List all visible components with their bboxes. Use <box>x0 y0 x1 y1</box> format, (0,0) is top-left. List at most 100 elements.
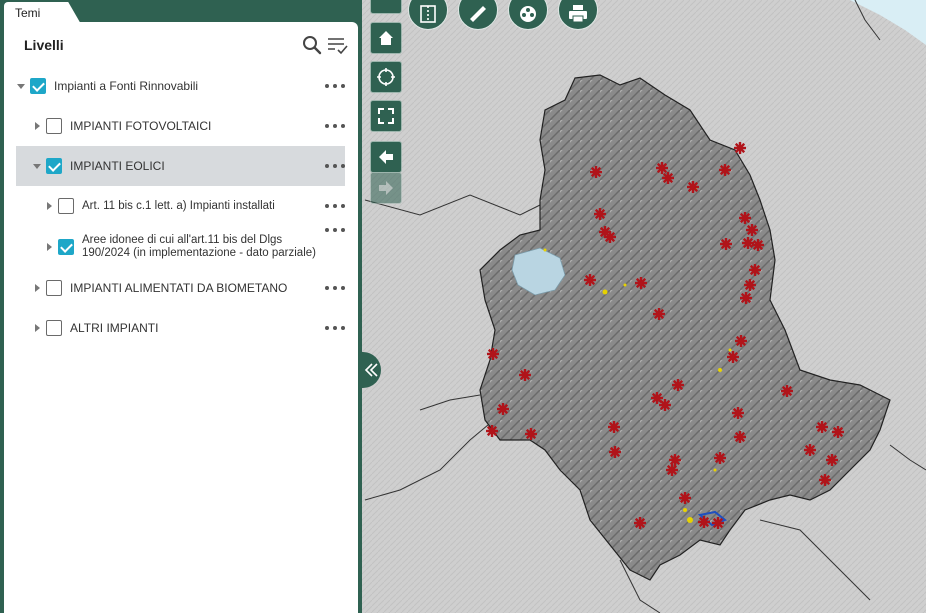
wind-turbine-marker[interactable] <box>816 421 828 433</box>
layer-checkbox[interactable] <box>30 78 46 94</box>
wind-turbine-marker[interactable] <box>497 403 509 415</box>
wind-turbine-marker[interactable] <box>672 379 684 391</box>
wind-turbine-marker[interactable] <box>719 164 731 176</box>
wind-turbine-marker[interactable] <box>714 452 726 464</box>
wind-turbine-marker[interactable] <box>832 426 844 438</box>
more-options-icon[interactable] <box>325 223 345 237</box>
ruler-icon <box>470 6 486 22</box>
locate-button[interactable] <box>370 61 402 93</box>
more-options-icon[interactable] <box>325 119 345 133</box>
layer-label: IMPIANTI EOLICI <box>70 159 165 173</box>
fullscreen-icon <box>378 108 394 124</box>
wind-turbine-marker[interactable] <box>525 428 537 440</box>
forward-arrow-icon <box>379 181 393 195</box>
printer-icon <box>569 5 587 23</box>
layer-checkbox[interactable] <box>46 280 62 296</box>
wind-turbine-marker[interactable] <box>487 348 499 360</box>
layer-item-aree-idonee[interactable]: Aree idonee di cui all'art.11 bis del Dl… <box>16 225 345 269</box>
layer-label: ALTRI IMPIANTI <box>70 321 159 335</box>
more-options-icon[interactable] <box>325 199 345 213</box>
expand-caret-icon[interactable] <box>32 283 42 293</box>
layer-checkbox[interactable] <box>46 158 62 174</box>
layer-item-fonti-rinnovabili[interactable]: Impianti a Fonti Rinnovabili <box>16 76 345 96</box>
tab-temi[interactable]: Temi <box>4 2 68 24</box>
wind-turbine-marker[interactable] <box>752 239 764 251</box>
layer-item-biometano[interactable]: IMPIANTI ALIMENTATI DA BIOMETANO <box>16 278 345 298</box>
more-options-icon[interactable] <box>325 159 345 173</box>
layer-item-altri-impianti[interactable]: ALTRI IMPIANTI <box>16 318 345 338</box>
wind-turbine-marker[interactable] <box>486 425 498 437</box>
wind-turbine-marker[interactable] <box>727 351 739 363</box>
wind-turbine-marker[interactable] <box>804 444 816 456</box>
split-view-icon <box>420 5 436 23</box>
wind-turbine-marker[interactable] <box>698 516 710 528</box>
wind-turbine-marker[interactable] <box>735 335 747 347</box>
home-icon <box>379 31 393 45</box>
locate-icon <box>377 68 395 86</box>
panel-title: Livelli <box>24 37 64 53</box>
more-options-icon[interactable] <box>325 79 345 93</box>
layer-checkbox[interactable] <box>46 320 62 336</box>
wind-turbine-marker[interactable] <box>604 231 616 243</box>
wind-turbine-marker[interactable] <box>819 474 831 486</box>
wind-turbine-marker[interactable] <box>590 166 602 178</box>
wind-turbine-marker[interactable] <box>687 181 699 193</box>
wind-turbine-marker[interactable] <box>749 264 761 276</box>
wind-turbine-marker[interactable] <box>712 517 724 529</box>
layer-item-impianti-installati[interactable]: Art. 11 bis c.1 lett. a) Impianti instal… <box>16 196 345 216</box>
layer-item-eolici[interactable]: IMPIANTI EOLICI <box>16 146 345 186</box>
expand-caret-icon[interactable] <box>16 81 26 91</box>
wind-turbine-marker[interactable] <box>634 517 646 529</box>
back-arrow-icon <box>379 150 393 164</box>
wind-turbine-marker[interactable] <box>635 277 647 289</box>
wind-turbine-marker[interactable] <box>720 238 732 250</box>
home-button[interactable] <box>370 22 402 54</box>
wind-turbine-marker[interactable] <box>732 407 744 419</box>
wind-turbine-marker[interactable] <box>653 308 665 320</box>
expand-caret-icon[interactable] <box>44 242 54 252</box>
layer-list-panel: Livelli Impianti a Fonti Rinnovabili IMP… <box>4 22 358 613</box>
layer-label: Art. 11 bis c.1 lett. a) Impianti instal… <box>82 200 275 212</box>
film-reel-icon <box>520 6 536 22</box>
more-options-icon[interactable] <box>325 281 345 295</box>
layer-label: Aree idonee di cui all'art.11 bis del Dl… <box>82 234 316 259</box>
wind-turbine-marker[interactable] <box>746 224 758 236</box>
wind-turbine-marker[interactable] <box>742 237 754 249</box>
next-extent-button[interactable] <box>370 172 402 204</box>
filter-list-icon[interactable] <box>326 34 348 56</box>
wind-turbine-marker[interactable] <box>609 446 621 458</box>
previous-extent-button[interactable] <box>370 141 402 173</box>
layer-label: Impianti a Fonti Rinnovabili <box>54 79 199 93</box>
search-icon[interactable] <box>302 35 322 55</box>
layer-item-fotovoltaici[interactable]: IMPIANTI FOTOVOLTAICI <box>16 116 345 136</box>
layer-checkbox[interactable] <box>58 239 74 255</box>
more-options-icon[interactable] <box>325 321 345 335</box>
double-chevron-left-icon <box>364 363 378 377</box>
wind-turbine-marker[interactable] <box>744 279 756 291</box>
layer-checkbox[interactable] <box>58 198 74 214</box>
wind-turbine-marker[interactable] <box>740 292 752 304</box>
wind-turbine-marker[interactable] <box>608 421 620 433</box>
layer-label: IMPIANTI FOTOVOLTAICI <box>70 119 212 133</box>
wind-turbine-marker[interactable] <box>826 454 838 466</box>
expand-caret-icon[interactable] <box>44 201 54 211</box>
expand-caret-icon[interactable] <box>32 161 42 171</box>
expand-caret-icon[interactable] <box>32 323 42 333</box>
layer-label: IMPIANTI ALIMENTATI DA BIOMETANO <box>70 281 288 295</box>
wind-turbine-marker[interactable] <box>734 142 746 154</box>
zoom-out-button[interactable] <box>370 0 402 14</box>
wind-turbine-marker[interactable] <box>594 208 606 220</box>
wind-turbine-marker[interactable] <box>666 464 678 476</box>
expand-caret-icon[interactable] <box>32 121 42 131</box>
wind-turbine-marker[interactable] <box>659 399 671 411</box>
wind-turbine-marker[interactable] <box>739 212 751 224</box>
wind-turbine-marker[interactable] <box>734 431 746 443</box>
fullscreen-button[interactable] <box>370 100 402 132</box>
layer-checkbox[interactable] <box>46 118 62 134</box>
wind-turbine-marker[interactable] <box>656 162 668 174</box>
wind-turbine-marker[interactable] <box>584 274 596 286</box>
wind-turbine-marker[interactable] <box>519 369 531 381</box>
wind-turbine-marker[interactable] <box>781 385 793 397</box>
wind-turbine-marker[interactable] <box>662 172 674 184</box>
wind-turbine-marker[interactable] <box>679 492 691 504</box>
